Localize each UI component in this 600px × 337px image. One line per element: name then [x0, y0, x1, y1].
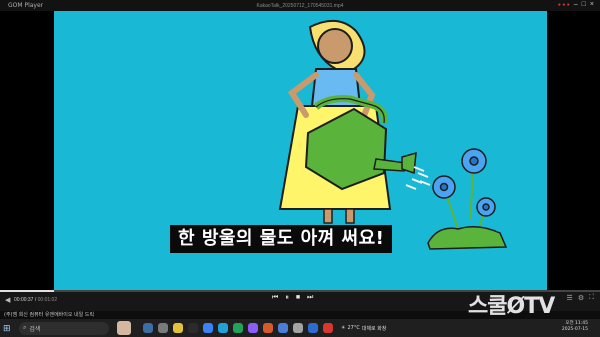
pause-icon[interactable]: ⏸	[285, 294, 289, 302]
minimize-button[interactable]: –	[574, 1, 578, 8]
app-icon[interactable]	[233, 323, 243, 333]
fullscreen-icon[interactable]: ⛶	[589, 294, 594, 302]
sun-icon: ☀	[341, 325, 346, 331]
app-icon[interactable]	[263, 323, 273, 333]
system-clock[interactable]: 오전 11:45 2025-07-15	[562, 321, 588, 333]
search-box[interactable]: ⌕ 검색	[19, 321, 109, 335]
start-icon[interactable]: ⊞	[3, 323, 17, 334]
window-title: KakaoTalk_20250712_170545031.mp4	[256, 3, 344, 9]
close-button[interactable]: ×	[590, 1, 594, 8]
app-icon[interactable]	[188, 323, 198, 333]
avatar[interactable]	[117, 321, 131, 335]
flowers	[432, 148, 496, 230]
window-controls: ● ● ● – □ ×	[558, 1, 594, 8]
app-icon[interactable]	[248, 323, 258, 333]
next-icon[interactable]: ⏭	[307, 294, 313, 302]
maximize-button[interactable]: □	[582, 1, 586, 8]
playlist-icon[interactable]: ☰	[567, 294, 573, 302]
video-frame[interactable]: 한 방울의 물도 아껴 써요!	[54, 11, 547, 290]
title-bar: GOM Player KakaoTalk_20250712_170545031.…	[0, 0, 600, 11]
word-icon[interactable]	[308, 323, 318, 333]
app-icon[interactable]	[143, 323, 153, 333]
video-stage[interactable]: 한 방울의 물도 아껴 써요!	[0, 11, 600, 290]
record-indicator: ● ● ●	[557, 2, 570, 8]
kakao-icon[interactable]	[173, 323, 183, 333]
subtitle-caption: 한 방울의 물도 아껴 써요!	[170, 225, 393, 253]
search-icon: ⌕	[23, 324, 27, 331]
app-icon[interactable]	[218, 323, 228, 333]
channel-watermark: 스쿨ØTV	[468, 294, 555, 319]
volume-icon[interactable]: ◀	[5, 296, 10, 304]
taskbar: ⊞ ⌕ 검색 ☀ 27°C 대체로 화창 오전 11:45 2025-07-15	[0, 319, 600, 337]
seek-bar-fill	[0, 290, 54, 292]
weather-widget[interactable]: ☀ 27°C 대체로 화창	[341, 325, 386, 332]
time-display: 00:00:37 / 00:01:02	[14, 297, 58, 303]
playback-controls: ⏮ ⏸ ■ ⏭	[272, 294, 313, 302]
pinned-apps	[143, 323, 333, 333]
app-icon[interactable]	[278, 323, 288, 333]
stop-icon[interactable]: ■	[296, 294, 300, 302]
app-icon[interactable]	[323, 323, 333, 333]
grass-patch	[427, 226, 508, 250]
app-icon[interactable]	[158, 323, 168, 333]
settings-icon[interactable]: ⚙	[578, 294, 584, 302]
view-controls: ☰ ⚙ ⛶	[567, 294, 594, 302]
prev-icon[interactable]: ⏮	[272, 294, 278, 302]
app-icon[interactable]	[293, 323, 303, 333]
app-icon[interactable]	[203, 323, 213, 333]
